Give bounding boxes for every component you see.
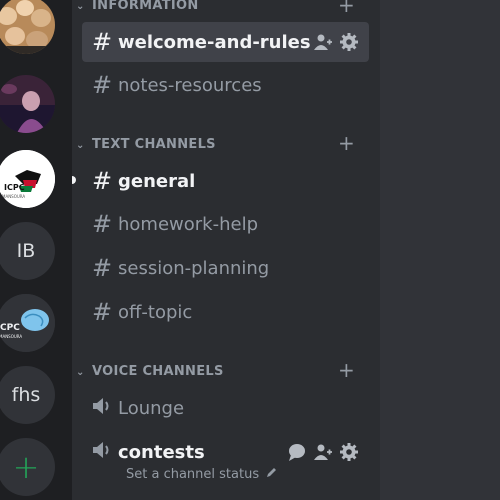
channel-general[interactable]: # general (82, 161, 369, 201)
server-ib-label: IB (16, 240, 36, 262)
channel-name: Lounge (118, 397, 185, 419)
channel-name: homework-help (118, 213, 258, 235)
hash-icon: # (91, 254, 113, 282)
invite-user-icon[interactable] (313, 442, 333, 462)
channel-homework-help[interactable]: # homework-help (82, 204, 369, 244)
create-channel-voice-button[interactable]: + (338, 360, 355, 380)
svg-text:MANSOURA: MANSOURA (2, 194, 25, 199)
chat-bubble-icon[interactable] (287, 442, 307, 462)
pencil-icon (265, 466, 278, 483)
server-icon-ib[interactable]: IB (0, 222, 55, 280)
category-text-channels[interactable]: ⌄ TEXT CHANNELS (76, 136, 216, 152)
channel-name: general (118, 170, 196, 192)
main-content-area (380, 0, 500, 500)
add-server-button[interactable]: + (0, 438, 55, 496)
channel-off-topic[interactable]: # off-topic (82, 292, 369, 332)
category-text-label: TEXT CHANNELS (92, 136, 216, 152)
server-icon-icpc-palestine[interactable]: ICPC MANSOURA (0, 150, 55, 208)
channel-name: off-topic (118, 301, 193, 323)
channel-welcome-and-rules[interactable]: # welcome-and-rules (82, 22, 369, 62)
speaker-icon (86, 394, 118, 422)
channel-name: notes-resources (118, 74, 262, 96)
server-rail: ICPC MANSOURA IB CPC MANSOURA fhs + (0, 0, 72, 500)
hash-icon: # (91, 167, 113, 195)
svg-text:MANSOURA: MANSOURA (0, 334, 22, 339)
server-fhs-label: fhs (11, 384, 41, 406)
svg-text:ICPC: ICPC (4, 183, 25, 192)
chevron-down-icon: ⌄ (76, 0, 85, 12)
gear-icon[interactable] (339, 32, 359, 52)
gear-icon[interactable] (339, 442, 359, 462)
server-icon-photo[interactable] (0, 75, 55, 133)
category-voice-label: VOICE CHANNELS (92, 363, 224, 379)
hash-icon: # (91, 298, 113, 326)
chevron-down-icon: ⌄ (76, 366, 85, 378)
channel-name: session-planning (118, 257, 270, 279)
hash-icon: # (91, 28, 113, 56)
channel-name: welcome-and-rules (118, 31, 311, 53)
category-voice-channels[interactable]: ⌄ VOICE CHANNELS (76, 363, 224, 379)
speaker-icon (86, 438, 118, 466)
create-channel-text-button[interactable]: + (338, 133, 355, 153)
plus-icon: + (12, 448, 40, 486)
create-channel-information-button[interactable]: + (338, 0, 355, 15)
channel-status-text: Set a channel status (126, 467, 260, 482)
channel-notes-resources[interactable]: # notes-resources (82, 65, 369, 105)
channel-session-planning[interactable]: # session-planning (82, 248, 369, 288)
chevron-down-icon: ⌄ (76, 139, 85, 151)
server-icon-icpc-brain[interactable]: CPC MANSOURA (0, 294, 55, 352)
hash-icon: # (91, 210, 113, 238)
category-information[interactable]: ⌄ INFORMATION (76, 0, 199, 13)
category-information-label: INFORMATION (92, 0, 199, 13)
invite-user-icon[interactable] (313, 32, 333, 52)
server-icon-fhs[interactable]: fhs (0, 366, 55, 424)
hash-icon: # (91, 71, 113, 99)
server-icon-group-photo[interactable] (0, 0, 55, 54)
svg-text:CPC: CPC (0, 323, 20, 333)
channel-name: contests (118, 441, 205, 463)
channel-status-prompt[interactable]: Set a channel status (126, 466, 278, 483)
voice-channel-lounge[interactable]: Lounge (82, 388, 369, 428)
